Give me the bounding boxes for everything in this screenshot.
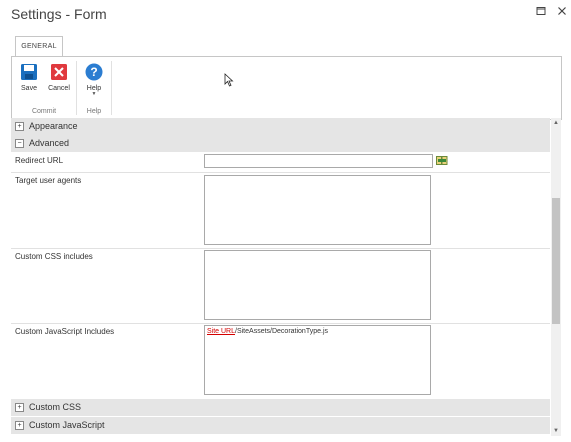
tab-general[interactable]: GENERAL (15, 36, 63, 57)
ribbon: Save Cancel Commit ? Help ▼ Help (11, 56, 562, 120)
dropdown-arrow-icon: ▼ (91, 91, 97, 97)
js-path-text: /SiteAssets/DecorationType.js (235, 328, 329, 335)
svg-text:?: ? (90, 65, 97, 79)
row-divider (11, 323, 550, 324)
expand-icon[interactable]: + (15, 403, 24, 412)
group-divider (111, 61, 112, 115)
cancel-label: Cancel (48, 85, 70, 92)
vertical-scrollbar[interactable]: ▲ ▼ (551, 118, 561, 436)
section-custom-css[interactable]: + Custom CSS (11, 399, 550, 416)
section-title: Appearance (29, 121, 78, 131)
save-label: Save (21, 85, 37, 92)
target-user-agents-textarea[interactable] (204, 175, 431, 245)
section-custom-javascript[interactable]: + Custom JavaScript (11, 417, 550, 434)
custom-css-includes-textarea[interactable] (204, 250, 431, 320)
row-divider (11, 248, 550, 249)
scroll-down-arrow-icon[interactable]: ▼ (551, 426, 561, 436)
section-title: Advanced (29, 138, 70, 148)
maximize-icon (536, 7, 546, 15)
cancel-button[interactable]: Cancel (46, 63, 72, 92)
section-title: Custom JavaScript (29, 420, 105, 430)
help-group: ? Help ▼ Help (77, 57, 111, 119)
row-divider (11, 172, 550, 173)
close-button[interactable] (555, 5, 569, 19)
commit-group: Save Cancel Commit (12, 57, 76, 119)
save-button[interactable]: Save (16, 63, 42, 92)
redirect-url-label: Redirect URL (15, 156, 64, 165)
help-group-label: Help (86, 108, 102, 115)
site-url-link[interactable]: Site URL (207, 328, 235, 335)
maximize-button[interactable] (534, 5, 548, 19)
expand-icon[interactable]: + (15, 122, 24, 131)
browse-icon[interactable] (436, 156, 448, 166)
scroll-up-arrow-icon[interactable]: ▲ (551, 118, 561, 128)
cancel-icon (51, 64, 67, 80)
collapse-icon[interactable]: − (15, 139, 24, 148)
section-advanced[interactable]: − Advanced (11, 135, 550, 152)
help-icon: ? (85, 63, 103, 81)
custom-js-includes-label: Custom JavaScript Includes (15, 327, 115, 336)
section-appearance[interactable]: + Appearance (11, 118, 550, 135)
custom-js-includes-textarea[interactable]: Site URL/SiteAssets/DecorationType.js (204, 325, 431, 395)
window-title: Settings - Form (11, 6, 107, 22)
close-icon (558, 7, 566, 15)
scrollbar-thumb[interactable] (552, 198, 560, 324)
redirect-url-input[interactable] (204, 154, 433, 168)
save-icon (21, 64, 37, 80)
target-user-agents-label: Target user agents (15, 176, 82, 185)
help-button[interactable]: ? Help ▼ (81, 63, 107, 97)
custom-css-includes-label: Custom CSS includes (15, 252, 93, 261)
section-title: Custom CSS (29, 402, 82, 412)
form-content: + Appearance − Advanced Redirect URL Tar… (11, 118, 561, 436)
commit-group-label: Commit (31, 108, 57, 115)
mouse-cursor-icon (224, 73, 234, 87)
expand-icon[interactable]: + (15, 421, 24, 430)
